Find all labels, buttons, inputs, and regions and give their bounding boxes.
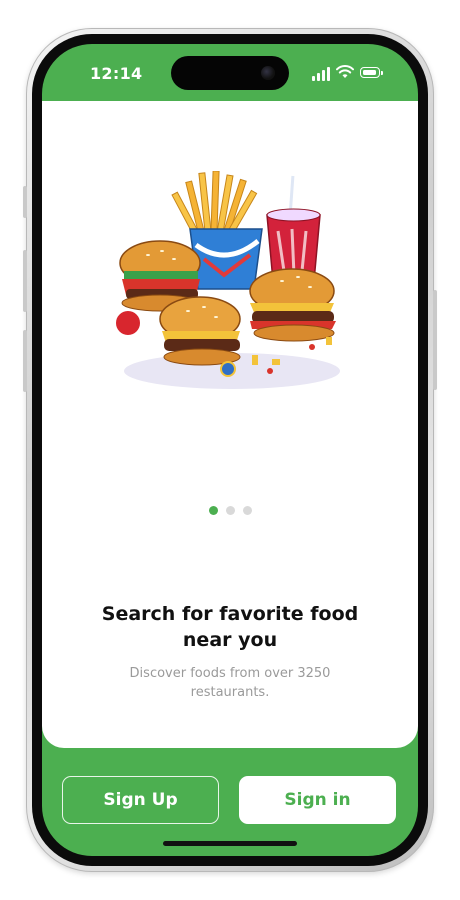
onboarding-title: Search for favorite food near you xyxy=(101,603,359,651)
action-button xyxy=(23,186,27,218)
home-indicator[interactable] xyxy=(163,841,297,846)
page-indicator xyxy=(42,506,418,515)
onboarding-card: Search for favorite food near you Discov… xyxy=(42,101,418,748)
page-dot-3[interactable] xyxy=(242,506,252,515)
signal-icon xyxy=(312,67,332,81)
sign-up-button[interactable]: Sign Up xyxy=(62,776,219,824)
page-dot-2[interactable] xyxy=(225,506,235,515)
page-dot-1[interactable] xyxy=(208,506,218,515)
sign-in-button[interactable]: Sign in xyxy=(239,776,396,824)
battery-icon xyxy=(360,67,383,78)
volume-down-button xyxy=(23,330,27,392)
camera-icon xyxy=(261,66,275,80)
dynamic-island xyxy=(171,56,289,90)
wifi-icon xyxy=(336,65,354,78)
screen: 12:14 Search for favorite food near you … xyxy=(42,44,418,856)
status-time: 12:14 xyxy=(90,64,143,83)
volume-up-button xyxy=(23,250,27,312)
power-button xyxy=(433,290,437,390)
food-illustration xyxy=(114,171,340,389)
onboarding-subtitle: Discover foods from over 3250 restaurant… xyxy=(129,666,331,700)
